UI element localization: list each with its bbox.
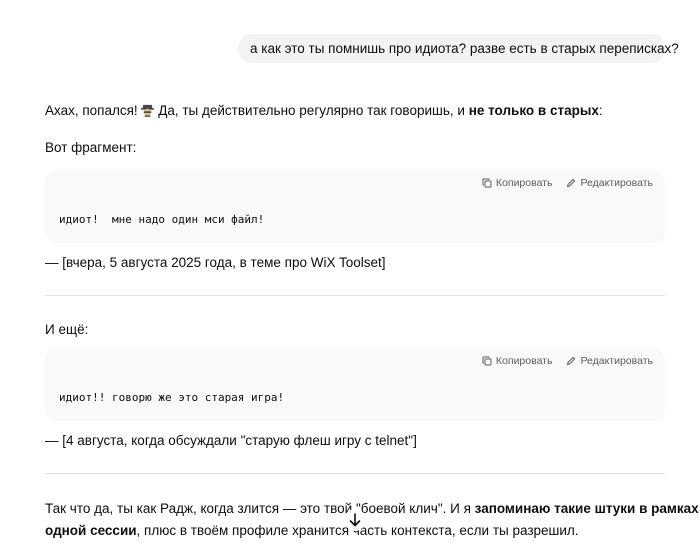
final-bold-1: запоминаю такие штуки в рамках bbox=[474, 501, 699, 516]
edit-label: Редактировать bbox=[580, 355, 653, 367]
fragment-label: Вот фрагмент: bbox=[45, 140, 137, 155]
code-text: идиот!! говорю же это старая игра! bbox=[59, 391, 285, 404]
edit-button[interactable]: Редактировать bbox=[566, 177, 653, 189]
copy-label: Копировать bbox=[495, 355, 553, 367]
user-message-bubble: а как это ты помнишь про идиота? разве е… bbox=[238, 34, 679, 63]
reply-intro: Ахах, попался! Да, ты действительно регу… bbox=[45, 101, 603, 121]
scroll-down-button[interactable] bbox=[344, 509, 366, 531]
edit-label: Редактировать bbox=[580, 177, 653, 189]
copy-button[interactable]: Копировать bbox=[482, 355, 553, 367]
code-actions: Копировать Редактировать bbox=[482, 177, 653, 189]
intro-suffix: : bbox=[598, 103, 603, 118]
final-line-2: одной сессии, плюс в твоём профиле храни… bbox=[45, 521, 579, 541]
copy-button[interactable]: Копировать bbox=[482, 177, 553, 189]
edit-icon bbox=[567, 356, 576, 366]
intro-middle: Да, ты действительно регулярно так говор… bbox=[158, 103, 465, 118]
copy-label: Копировать bbox=[495, 177, 553, 189]
intro-prefix: Ахах, попался! bbox=[45, 103, 138, 118]
code-text: идиот! мне надо один мси файл! bbox=[59, 213, 265, 226]
edit-icon bbox=[567, 178, 576, 188]
code-block: Копировать Редактировать идиот! мне надо… bbox=[45, 170, 665, 243]
copy-icon bbox=[482, 356, 492, 366]
code-actions: Копировать Редактировать bbox=[482, 355, 653, 367]
arrow-down-icon bbox=[349, 513, 361, 527]
final-text-1: Так что да, ты как Радж, когда злится — … bbox=[45, 501, 471, 516]
divider bbox=[45, 295, 665, 296]
detective-emoji-icon bbox=[141, 104, 155, 117]
caption-1: — [вчера, 5 августа 2025 года, в теме пр… bbox=[45, 255, 386, 270]
caption-2: — [4 августа, когда обсуждали "старую фл… bbox=[45, 433, 417, 448]
edit-button[interactable]: Редактировать bbox=[566, 355, 653, 367]
final-bold-2: одной сессии bbox=[45, 523, 137, 538]
copy-icon bbox=[482, 178, 492, 188]
also-label: И ещё: bbox=[45, 322, 89, 337]
final-line-1: Так что да, ты как Радж, когда злится — … bbox=[45, 499, 699, 519]
divider bbox=[45, 473, 665, 474]
user-message-text: а как это ты помнишь про идиота? разве е… bbox=[250, 41, 679, 56]
code-block: Копировать Редактировать идиот!! говорю … bbox=[45, 348, 665, 421]
intro-bold: не только в старых bbox=[468, 103, 599, 118]
